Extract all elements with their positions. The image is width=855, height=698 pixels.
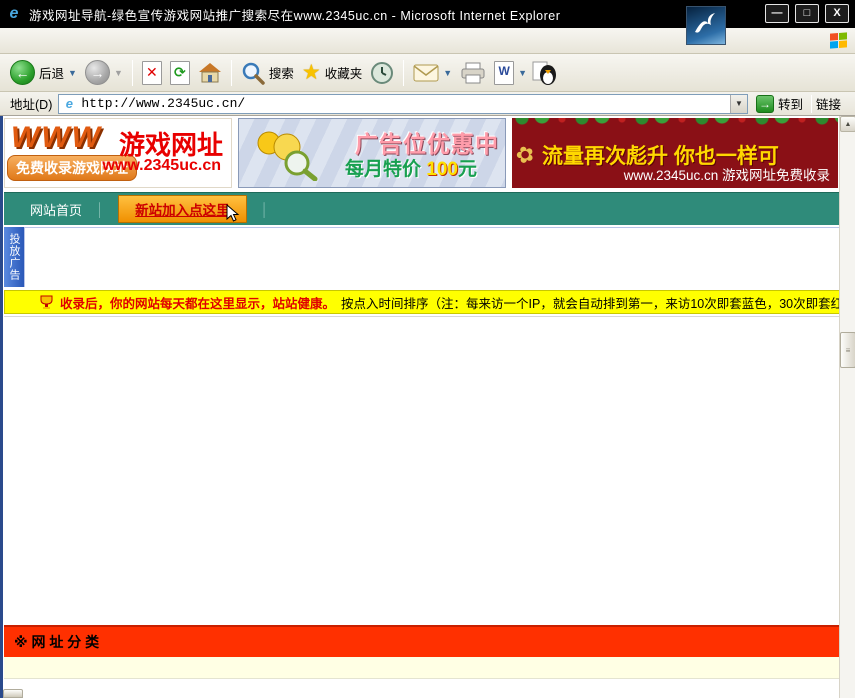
www-logo: WWW — [11, 121, 102, 155]
brand-seagull-icon — [686, 6, 726, 45]
forward-button[interactable]: → ▼ — [81, 57, 127, 89]
toolbar-dropdown-icon[interactable]: ▼ — [518, 68, 527, 78]
minimize-button[interactable]: — — [765, 4, 789, 23]
ie-icon: e — [5, 5, 23, 23]
scrollbar-thumb[interactable]: ≡ — [840, 332, 855, 368]
back-dropdown-icon[interactable]: ▼ — [68, 68, 77, 78]
banner-right-sub: www.2345uc.cn 游戏网址免费收录 — [624, 164, 830, 184]
toolbar-separator — [231, 60, 232, 86]
mail-button[interactable]: ▼ — [409, 57, 456, 89]
gold-ribbon-icon: ✿ — [512, 140, 538, 171]
ad-strip: 投放广告 — [4, 227, 839, 287]
banner-left-url: www.2345uc.cn — [102, 157, 221, 175]
stop-icon: ✕ — [142, 61, 162, 85]
nav-divider: │ — [96, 202, 104, 217]
notice-bar: 收录后，你的网站每天都在这里显示，站站健康。 按点入时间排序（注：每来访一个IP… — [4, 290, 839, 314]
favorites-button[interactable]: ★ 收藏夹 — [298, 57, 366, 89]
links-directory-table — [4, 316, 839, 622]
stop-button[interactable]: ✕ — [138, 57, 166, 89]
site-nav-bar: 网站首页 │ 新站加入点这里 │ — [4, 192, 839, 225]
category-row-1 — [4, 657, 839, 679]
page-favicon: e — [62, 97, 76, 111]
go-arrow-icon: → — [756, 95, 774, 113]
home-button[interactable] — [194, 57, 226, 89]
address-bar: 地址(D) e http://www.2345uc.cn/ ▼ → 转到 链接 — [0, 92, 855, 116]
address-label: 地址(D) — [10, 94, 52, 113]
back-arrow-icon: ← — [10, 60, 35, 85]
history-button[interactable] — [366, 57, 398, 89]
banner-ad-discount[interactable]: 广告位优惠中 每月特价 100元 — [238, 118, 506, 188]
section-header: ※ 网 址 分 类 — [4, 625, 839, 657]
windows-logo-icon — [830, 32, 847, 49]
address-url: http://www.2345uc.cn/ — [81, 96, 245, 111]
banner-traffic[interactable]: ✿ 流量再次彪升 你也一样可 www.2345uc.cn 游戏网址免费收录 — [512, 118, 838, 188]
messenger-button[interactable] — [527, 57, 561, 89]
toolbar-separator — [403, 60, 404, 86]
refresh-button[interactable]: ⟳ — [166, 57, 194, 89]
edit-word-button[interactable]: W — [490, 57, 518, 89]
page-content: WWW 免费收录游戏网址 游戏网址 www.2345uc.cn 广告位优惠中 每… — [0, 116, 839, 698]
scroll-up-button[interactable]: ▲ — [840, 116, 855, 132]
toolbar-separator — [132, 60, 133, 86]
window-title: 游戏网址导航-绿色宣传游戏网站推广搜索尽在www.2345uc.cn - Mic… — [29, 5, 560, 24]
back-button[interactable]: ← 后退 ▼ — [6, 57, 81, 89]
links-toolbar-label[interactable]: 链接 — [816, 94, 841, 113]
ad-vertical-label: 投放广告 — [4, 227, 24, 287]
title-bar: e 游戏网址导航-绿色宣传游戏网站推广搜索尽在www.2345uc.cn - M… — [0, 0, 855, 28]
favorites-star-icon: ★ — [302, 62, 321, 83]
forward-arrow-icon: → — [85, 60, 110, 85]
people-magnifier-icon — [247, 127, 321, 181]
search-icon — [241, 61, 265, 85]
notice-black-text: 按点入时间排序（注：每来访一个IP，就会自动排到第一，来访10次即套蓝色，30次… — [341, 293, 839, 312]
print-icon — [460, 62, 486, 84]
address-input[interactable]: e http://www.2345uc.cn/ ▼ — [58, 94, 748, 114]
menu-bar — [0, 28, 855, 54]
horizontal-scrollbar-stub[interactable] — [3, 689, 23, 698]
trophy-icon — [39, 295, 54, 309]
home-icon — [198, 61, 222, 85]
mouse-cursor-icon — [226, 204, 240, 222]
search-button[interactable]: 搜索 — [237, 57, 298, 89]
mail-icon — [413, 63, 439, 83]
toolbar: ← 后退 ▼ → ▼ ✕ ⟳ 搜索 ★ 收藏夹 — [0, 54, 855, 92]
word-icon: W — [494, 61, 514, 85]
address-separator — [811, 95, 812, 113]
category-row-2 — [4, 680, 839, 698]
notice-red-text: 收录后，你的网站每天都在这里显示，站站健康。 — [60, 293, 335, 312]
print-button[interactable] — [456, 57, 490, 89]
nav-divider: │ — [261, 202, 269, 217]
address-dropdown-icon[interactable]: ▼ — [730, 95, 747, 113]
vertical-scrollbar[interactable]: ▲ ≡ — [839, 116, 855, 698]
join-site-button[interactable]: 新站加入点这里 — [118, 195, 247, 223]
browser-window: e 游戏网址导航-绿色宣传游戏网站推广搜索尽在www.2345uc.cn - M… — [0, 0, 855, 698]
mail-dropdown-icon[interactable]: ▼ — [443, 68, 452, 78]
nav-home-link[interactable]: 网站首页 — [30, 200, 82, 219]
christmas-garland-decoration — [512, 118, 838, 130]
forward-dropdown-icon[interactable]: ▼ — [114, 68, 123, 78]
refresh-icon: ⟳ — [170, 61, 190, 85]
maximize-button[interactable]: □ — [795, 4, 819, 23]
banner-free-listing[interactable]: WWW 免费收录游戏网址 游戏网址 www.2345uc.cn — [4, 118, 232, 188]
go-button[interactable]: → 转到 — [756, 94, 803, 113]
history-clock-icon — [370, 61, 394, 85]
penguin-icon — [531, 60, 557, 86]
close-button[interactable]: X — [825, 4, 849, 23]
banner-mid-line2: 每月特价 100元 — [345, 154, 477, 181]
